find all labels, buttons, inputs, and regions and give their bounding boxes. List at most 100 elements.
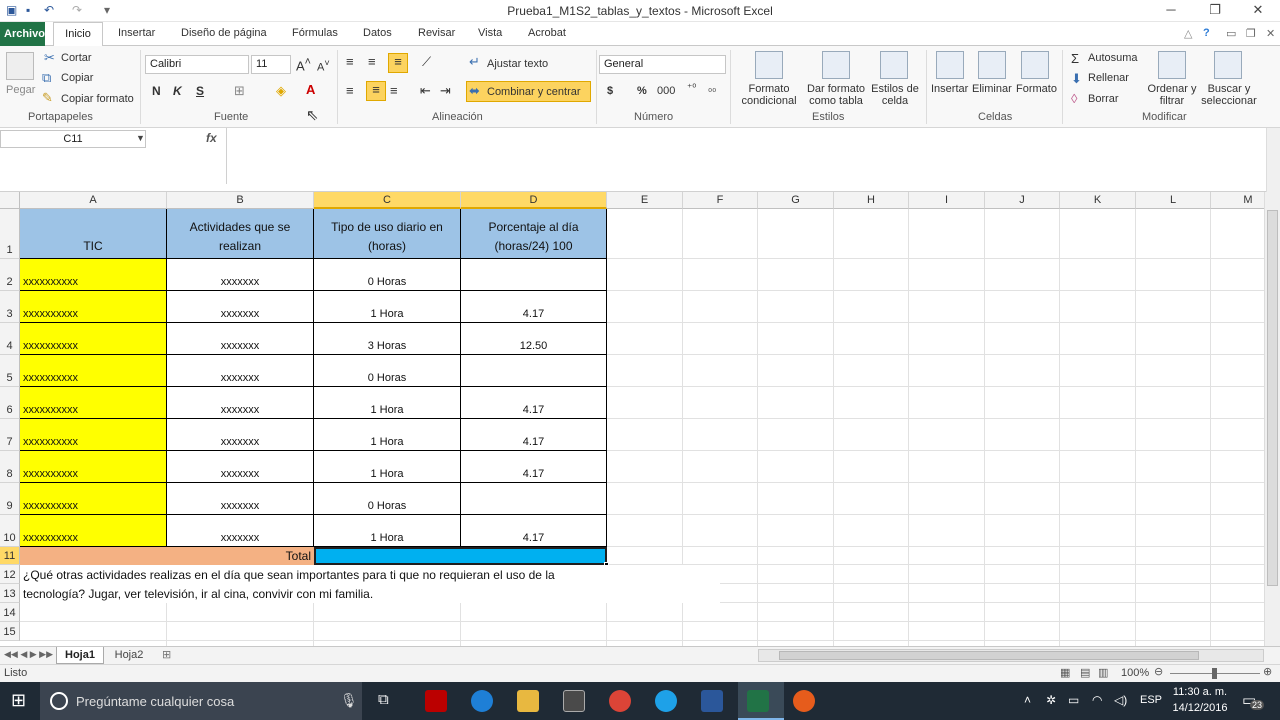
vertical-scrollbar[interactable] — [1264, 192, 1280, 646]
align-bottom-icon[interactable]: ≡ — [388, 53, 408, 73]
tray-dropbox-icon[interactable]: ✲ — [1046, 693, 1056, 707]
clock-date[interactable]: 14/12/2016 — [1170, 702, 1230, 714]
table-data-cell[interactable]: 0 Horas — [314, 483, 461, 515]
table-data-cell[interactable]: xxxxxxx — [167, 515, 314, 547]
table-data-cell[interactable]: xxxxxxx — [167, 451, 314, 483]
file-explorer-taskbar-icon[interactable] — [517, 690, 539, 712]
table-data-cell[interactable]: xxxxxxxxxx — [20, 355, 167, 387]
close-icon[interactable]: ✕ — [1243, 2, 1273, 20]
underline-button[interactable]: S — [196, 84, 204, 98]
table-data-cell[interactable]: 4.17 — [461, 451, 607, 483]
grow-font-icon[interactable]: A˄ — [296, 56, 311, 73]
zoom-out-icon[interactable]: ⊖ — [1154, 665, 1163, 678]
insert-cells-button[interactable]: Insertar — [931, 83, 968, 95]
table-data-cell[interactable]: xxxxxxxxxx — [20, 419, 167, 451]
name-box-dropdown-icon[interactable]: ▼ — [136, 133, 145, 143]
column-header-i[interactable]: I — [909, 192, 985, 209]
row-header-14[interactable]: 14 — [0, 603, 20, 622]
insert-function-button[interactable]: fx — [206, 131, 217, 145]
windows-start-icon[interactable]: ⊞ — [11, 690, 26, 711]
sort-filter-icon[interactable] — [1158, 51, 1186, 79]
row-header-3[interactable]: 3 — [0, 291, 20, 323]
row-header-4[interactable]: 4 — [0, 323, 20, 355]
cortana-search-placeholder[interactable]: Pregúntame cualquier cosa — [76, 694, 234, 709]
sheet-nav-icon[interactable]: ◀◀ ◀ ▶ ▶▶ — [4, 649, 53, 660]
view-pagebreak-icon[interactable]: ▥ — [1098, 666, 1108, 679]
conditional-format-button[interactable]: Formato condicional — [736, 83, 802, 107]
font-name-select[interactable]: Calibri — [145, 55, 249, 74]
table-data-cell[interactable]: xxxxxxxxxx — [20, 291, 167, 323]
table-header-cell[interactable]: Tipo de uso diario en (horas) — [314, 209, 461, 259]
table-data-cell[interactable]: xxxxxxx — [167, 355, 314, 387]
table-data-cell[interactable]: 3 Horas — [314, 323, 461, 355]
view-layout-icon[interactable]: ▤ — [1080, 666, 1090, 679]
format-painter-icon[interactable]: ✎ — [42, 90, 53, 106]
row-header-5[interactable]: 5 — [0, 355, 20, 387]
percent-button[interactable]: % — [637, 85, 647, 97]
table-data-cell[interactable]: 1 Hora — [314, 515, 461, 547]
table-data-cell[interactable] — [461, 355, 607, 387]
wrap-text-icon[interactable]: ↵ — [469, 54, 480, 70]
app-taskbar-icon[interactable] — [793, 690, 815, 712]
spreadsheet-grid[interactable]: ABCDEFGHIJKLM 1 2 3 4 5 6 7 8 9 10 11 12 13 14 15 TIC A… — [0, 192, 1264, 646]
column-header-e[interactable]: E — [607, 192, 683, 209]
answer-text-cell[interactable]: tecnología? Jugar, ver televisión, ir al… — [20, 584, 720, 603]
table-data-cell[interactable]: 0 Horas — [314, 259, 461, 291]
table-data-cell[interactable]: xxxxxxxxxx — [20, 515, 167, 547]
table-data-cell[interactable]: xxxxxxx — [167, 419, 314, 451]
table-data-cell[interactable]: 1 Hora — [314, 419, 461, 451]
table-data-cell[interactable] — [461, 259, 607, 291]
column-header-m[interactable]: M — [1211, 192, 1264, 209]
row-header-7[interactable]: 7 — [0, 419, 20, 451]
table-data-cell[interactable]: xxxxxxxxxx — [20, 483, 167, 515]
row-header-13[interactable]: 13 — [0, 584, 20, 603]
clear-icon[interactable]: ◊ — [1071, 91, 1077, 106]
tray-expand-icon[interactable]: ˄ — [1024, 693, 1031, 707]
autosum-icon[interactable]: Σ — [1071, 51, 1079, 66]
ribbon-collapse-icon[interactable]: △ — [1184, 27, 1192, 40]
increase-indent-icon[interactable]: ⇥ — [440, 83, 451, 99]
number-format-select[interactable]: General — [599, 55, 726, 74]
row-header-11[interactable]: 11 — [0, 547, 20, 565]
table-data-cell[interactable]: xxxxxxx — [167, 387, 314, 419]
wifi-icon[interactable]: ◠ — [1092, 693, 1102, 707]
word-taskbar-icon[interactable] — [701, 690, 723, 712]
insert-cells-icon[interactable] — [936, 51, 964, 79]
row-header-10[interactable]: 10 — [0, 515, 20, 547]
table-data-cell[interactable]: 12.50 — [461, 323, 607, 355]
align-left-icon[interactable]: ≡ — [346, 83, 354, 98]
increase-decimal-icon[interactable]: ⁺⁰ — [687, 83, 696, 94]
find-select-button[interactable]: Buscar y seleccionar — [1198, 83, 1260, 107]
excel-taskbar-icon[interactable] — [747, 690, 769, 712]
table-data-cell[interactable]: xxxxxxx — [167, 323, 314, 355]
align-middle-icon[interactable]: ≡ — [368, 54, 376, 69]
sheet-tab-hoja1[interactable]: Hoja1 — [56, 647, 104, 664]
row-header-1[interactable]: 1 — [0, 209, 20, 259]
table-header-cell[interactable]: Actividades que se realizan — [167, 209, 314, 259]
column-header-g[interactable]: G — [758, 192, 834, 209]
currency-button[interactable]: $ — [607, 85, 613, 97]
table-data-cell[interactable] — [461, 483, 607, 515]
column-header-f[interactable]: F — [683, 192, 758, 209]
ie-taskbar-icon[interactable] — [655, 690, 677, 712]
zoom-slider-thumb[interactable] — [1212, 668, 1217, 679]
cell-styles-icon[interactable] — [880, 51, 908, 79]
tab-insertar[interactable]: Insertar — [118, 27, 155, 39]
clock-time[interactable]: 11:30 a. m. — [1172, 686, 1228, 698]
fill-button[interactable]: Rellenar — [1088, 72, 1129, 84]
format-table-icon[interactable] — [822, 51, 850, 79]
doc-minimize-icon[interactable]: ▭ — [1226, 27, 1236, 40]
store-taskbar-icon[interactable] — [563, 690, 585, 712]
merge-center-button[interactable]: Combinar y centrar — [487, 86, 581, 98]
table-data-cell[interactable]: 1 Hora — [314, 451, 461, 483]
table-data-cell[interactable]: xxxxxxxxxx — [20, 387, 167, 419]
tab-revisar[interactable]: Revisar — [418, 27, 455, 39]
bold-button[interactable]: N — [152, 84, 161, 98]
column-header-d[interactable]: D — [461, 192, 607, 209]
table-header-cell[interactable]: TIC — [20, 209, 167, 259]
column-header-l[interactable]: L — [1136, 192, 1211, 209]
format-cells-icon[interactable] — [1021, 51, 1049, 79]
wrap-text-button[interactable]: Ajustar texto — [487, 58, 548, 70]
conditional-format-icon[interactable] — [755, 51, 783, 79]
column-header-k[interactable]: K — [1060, 192, 1136, 209]
